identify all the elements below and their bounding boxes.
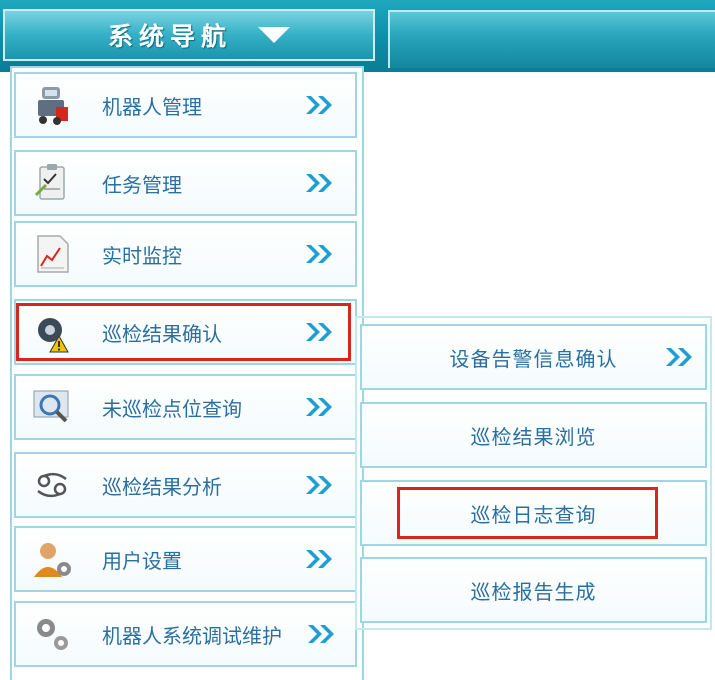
menu-item-uninspected-points-query[interactable]: 未巡检点位查询 bbox=[14, 374, 357, 440]
double-chevron-right-icon bbox=[306, 96, 332, 114]
menu-item-label: 巡检结果分析 bbox=[102, 474, 222, 499]
double-chevron-right-icon bbox=[306, 245, 332, 263]
double-chevron-right-icon bbox=[306, 550, 332, 568]
submenu-item-inspection-result-browse[interactable]: 巡检结果浏览 bbox=[360, 402, 707, 468]
menu-item-label: 巡检结果确认 bbox=[102, 321, 222, 346]
submenu-item-device-alarm-confirm[interactable]: 设备告警信息确认 bbox=[360, 324, 707, 390]
submenu-item-inspection-log-query[interactable]: 巡检日志查询 bbox=[360, 480, 707, 546]
menu-item-user-settings[interactable]: 用户设置 bbox=[14, 526, 357, 592]
menu-item-label: 任务管理 bbox=[102, 172, 182, 197]
double-chevron-right-icon bbox=[306, 323, 332, 341]
menu-item-inspection-result-analysis[interactable]: 巡检结果分析 bbox=[14, 452, 357, 518]
submenu-item-label: 设备告警信息确认 bbox=[449, 346, 618, 371]
menu-item-label: 机器人管理 bbox=[102, 94, 202, 119]
submenu-item-label: 巡检结果浏览 bbox=[470, 424, 597, 449]
menu-item-robot-system-maintenance[interactable]: 机器人系统调试维护 bbox=[14, 601, 357, 667]
gears-icon bbox=[30, 612, 74, 656]
menu-item-realtime-monitoring[interactable]: 实时监控 bbox=[14, 221, 357, 287]
header-right-panel bbox=[388, 10, 715, 68]
submenu-item-inspection-report-generate[interactable]: 巡检报告生成 bbox=[360, 557, 707, 623]
robot-icon bbox=[30, 83, 74, 127]
menu-item-robot-management[interactable]: 机器人管理 bbox=[14, 72, 357, 138]
clipboard-icon bbox=[30, 161, 74, 205]
menu-item-task-management[interactable]: 任务管理 bbox=[14, 150, 357, 216]
menu-item-label: 机器人系统调试维护 bbox=[102, 623, 282, 648]
dropdown-triangle-icon[interactable] bbox=[258, 27, 290, 43]
submenu-item-label: 巡检报告生成 bbox=[470, 579, 597, 604]
nav-title: 系统导航 bbox=[107, 22, 232, 51]
chart-document-icon bbox=[30, 232, 74, 276]
menu-item-label: 实时监控 bbox=[102, 243, 182, 268]
double-chevron-right-icon bbox=[306, 398, 332, 416]
gear-warning-icon bbox=[30, 310, 74, 354]
menu-item-inspection-result-confirm[interactable]: 巡检结果确认 bbox=[14, 299, 357, 365]
double-chevron-right-icon bbox=[666, 348, 692, 366]
double-chevron-right-icon bbox=[306, 174, 332, 192]
menu-item-label: 用户设置 bbox=[102, 548, 182, 573]
double-chevron-right-icon bbox=[308, 625, 334, 643]
menu-item-label: 未巡检点位查询 bbox=[102, 396, 242, 421]
submenu-item-label: 巡检日志查询 bbox=[470, 502, 597, 527]
system-navigation-header[interactable]: 系统导航 bbox=[3, 9, 375, 61]
magnifier-icon bbox=[30, 385, 74, 429]
double-chevron-right-icon bbox=[306, 476, 332, 494]
cancer-symbol-icon bbox=[30, 463, 74, 507]
user-gear-icon bbox=[30, 537, 74, 581]
